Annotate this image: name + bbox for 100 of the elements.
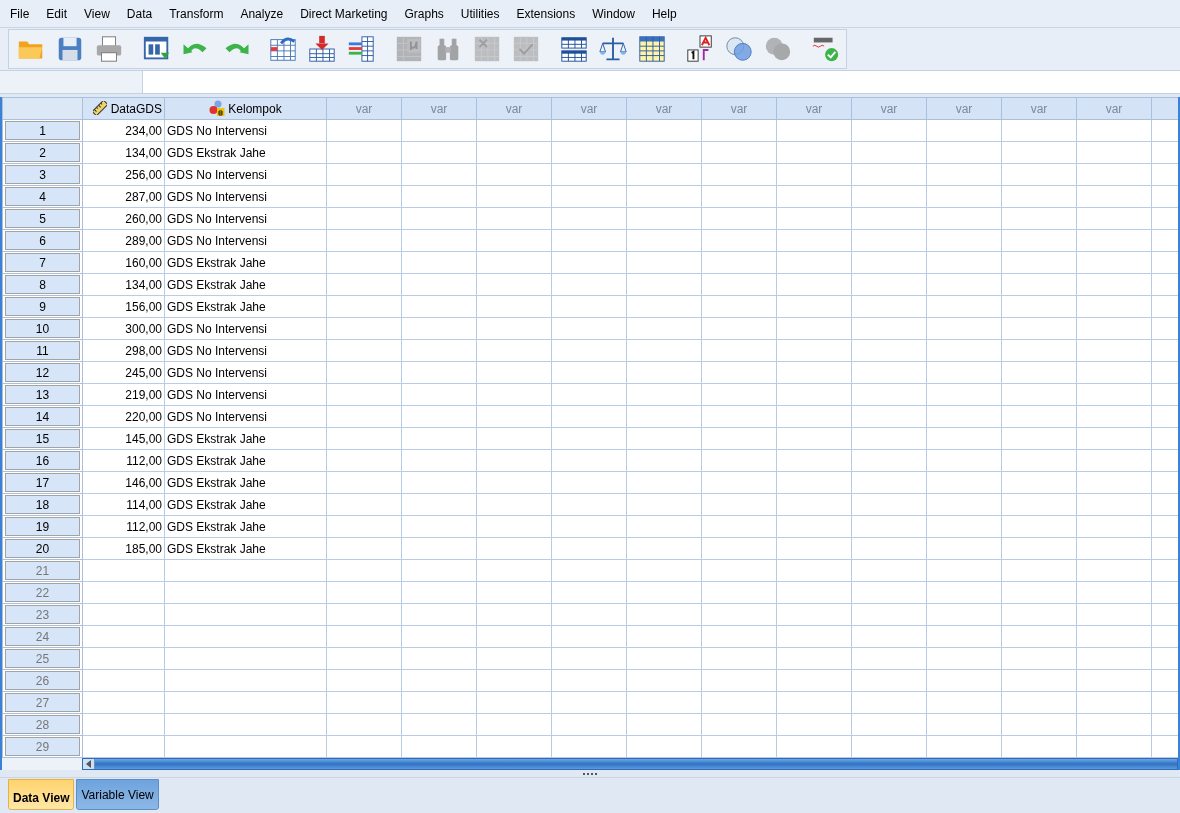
row-number[interactable]: 19 (5, 517, 80, 536)
menu-item[interactable]: Graphs (398, 5, 450, 22)
row-number[interactable]: 7 (5, 253, 80, 272)
table-cell: 260,00 (82, 207, 165, 230)
row-number[interactable]: 3 (5, 165, 80, 184)
menu-item[interactable]: Utilities (454, 5, 506, 22)
table-down-arrow-button[interactable] (306, 33, 338, 65)
table-cell: 289,00 (82, 229, 165, 252)
row-number[interactable]: 6 (5, 231, 80, 250)
row-number[interactable]: 24 (5, 627, 80, 646)
row-number[interactable]: 5 (5, 209, 80, 228)
menu-item[interactable]: Window (586, 5, 641, 22)
value-labels-icon (685, 34, 715, 64)
row-number[interactable]: 25 (5, 649, 80, 668)
table-cell: 156,00 (82, 295, 165, 318)
row-number[interactable]: 9 (5, 297, 80, 316)
view-tab[interactable]: Variable View (76, 779, 159, 810)
table-cell: 256,00 (82, 163, 165, 186)
table-cell: 234,00 (82, 119, 165, 142)
menu-item[interactable]: Analyze (234, 5, 290, 22)
table-cell: GDS No Intervensi (164, 229, 327, 252)
left-arrow-icon (86, 760, 91, 768)
column-header[interactable]: DataGDS (82, 97, 165, 120)
menu-item[interactable]: Data (120, 5, 159, 22)
table-cell: 134,00 (82, 273, 165, 296)
row-number[interactable]: 28 (5, 715, 80, 734)
overlapping-circles-icon (724, 34, 754, 64)
row-number[interactable]: 2 (5, 143, 80, 162)
table-cell: GDS Ekstrak Jahe (164, 427, 327, 450)
table-cell: GDS No Intervensi (164, 119, 327, 142)
split-table-icon (559, 34, 589, 64)
table-cell: GDS Ekstrak Jahe (164, 273, 327, 296)
horizontal-scrollbar[interactable] (82, 758, 1178, 770)
table-cell: GDS No Intervensi (164, 163, 327, 186)
scroll-left-button[interactable] (83, 759, 95, 769)
table-cell: GDS No Intervensi (164, 317, 327, 340)
table-cell: 146,00 (82, 471, 165, 494)
table-cross-icon (472, 34, 502, 64)
ruler-icon (92, 100, 107, 115)
table-cell: GDS Ekstrak Jahe (164, 537, 327, 560)
row-number[interactable]: 16 (5, 451, 80, 470)
row-number[interactable]: 14 (5, 407, 80, 426)
row-number[interactable]: 8 (5, 275, 80, 294)
row-number[interactable]: 23 (5, 605, 80, 624)
select-cases-table-button[interactable] (636, 33, 668, 65)
menu-item[interactable]: View (78, 5, 116, 22)
row-number[interactable]: 20 (5, 539, 80, 558)
table-cell: 287,00 (82, 185, 165, 208)
row-number[interactable]: 26 (5, 671, 80, 690)
table-cell: 134,00 (82, 141, 165, 164)
table-cell: 145,00 (82, 427, 165, 450)
select-cases-table-icon (637, 34, 667, 64)
table-cell: GDS No Intervensi (164, 339, 327, 362)
row-number[interactable]: 22 (5, 583, 80, 602)
table-cell: 298,00 (82, 339, 165, 362)
table-cell: GDS Ekstrak Jahe (164, 295, 327, 318)
table-cell: GDS Ekstrak Jahe (164, 449, 327, 472)
menu-item[interactable]: Edit (40, 5, 74, 22)
row-number[interactable]: 17 (5, 473, 80, 492)
table-cell: GDS No Intervensi (164, 361, 327, 384)
table-cell: 219,00 (82, 383, 165, 406)
menu-item[interactable]: Extensions (510, 5, 582, 22)
row-number[interactable]: 4 (5, 187, 80, 206)
table-cell: 112,00 (82, 515, 165, 538)
table-cell: GDS Ekstrak Jahe (164, 471, 327, 494)
row-number[interactable]: 21 (5, 561, 80, 580)
table-cell: 185,00 (82, 537, 165, 560)
colored-list-icon (346, 34, 376, 64)
table-down-arrow-icon (307, 34, 337, 64)
column-header[interactable]: Kelompok (164, 97, 327, 120)
row-number[interactable]: 27 (5, 693, 80, 712)
splitter-handle[interactable] (0, 770, 1180, 778)
table-cell: 114,00 (82, 493, 165, 516)
row-number[interactable]: 15 (5, 429, 80, 448)
print-icon (94, 34, 124, 64)
table-cell: 112,00 (82, 449, 165, 472)
mu-table-icon (394, 34, 424, 64)
table-cell: GDS Ekstrak Jahe (164, 493, 327, 516)
menu-item[interactable]: File (4, 5, 36, 22)
table-cell: GDS Ekstrak Jahe (164, 141, 327, 164)
row-number[interactable]: 13 (5, 385, 80, 404)
table-cell: GDS No Intervensi (164, 383, 327, 406)
row-number[interactable]: 11 (5, 341, 80, 360)
table-check-icon (511, 34, 541, 64)
table-cell: GDS No Intervensi (164, 207, 327, 230)
table-cell: GDS No Intervensi (164, 185, 327, 208)
table-cell: 160,00 (82, 251, 165, 274)
menu-item[interactable]: Transform (163, 5, 230, 22)
row-number[interactable]: 10 (5, 319, 80, 338)
row-number[interactable]: 12 (5, 363, 80, 382)
menu-item[interactable]: Help (645, 5, 683, 22)
table-cell: GDS No Intervensi (164, 405, 327, 428)
nominal-variable-icon (209, 99, 226, 116)
menu-item[interactable]: Direct Marketing (294, 5, 394, 22)
view-tab[interactable]: Data View (8, 779, 75, 810)
row-number[interactable]: 18 (5, 495, 80, 514)
table-cell: GDS Ekstrak Jahe (164, 515, 327, 538)
table-cell: 300,00 (82, 317, 165, 340)
row-number[interactable]: 29 (5, 737, 80, 756)
row-number[interactable]: 1 (5, 121, 80, 140)
